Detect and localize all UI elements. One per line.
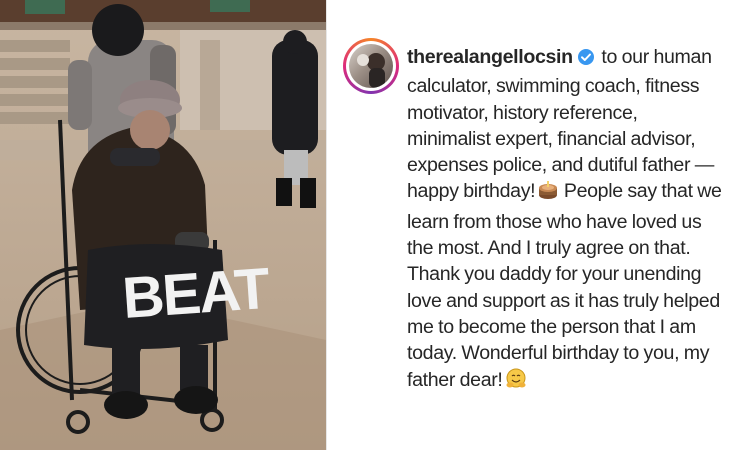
caption-line: calculator, swimming coach, fitness [407,75,700,98]
post-photo[interactable]: BEAT [0,0,326,450]
hugging-face-emoji-icon [505,368,527,397]
divider [326,0,327,450]
verified-badge-icon [577,47,595,73]
caption-line: me to become the person that I am [407,315,696,338]
caption-line: learn from those who have loved us [407,210,702,233]
caption-line: the most. And I truly agree on that. [407,237,691,260]
caption-line: expenses police, and dutiful father — [407,154,714,177]
blanket-text: BEAT [120,256,271,331]
avatar-ring-gap [346,41,396,91]
caption-line: minimalist expert, financial advisor, [407,127,696,150]
cake-emoji-icon [537,179,559,208]
caption-line: today. Wonderful birthday to you, my [407,342,710,365]
caption-line: People say that we [563,180,722,203]
caption-line: motivator, history reference, [407,101,638,124]
avatar-image [349,44,393,88]
username-link[interactable]: therealangellocsin [407,46,573,68]
caption-line: to our human [601,46,712,68]
post-panel: therealangellocsin to our human calculat… [333,0,750,450]
caption-line: love and support as it has truly helped [407,289,720,312]
post-caption: therealangellocsin to our human calculat… [407,44,745,397]
caption-line: father dear! [407,368,503,391]
caption-line: happy birthday! [407,180,536,203]
post-photo-illustration: BEAT [0,0,326,450]
profile-avatar[interactable] [343,38,399,94]
caption-line: Thank you daddy for your unending [407,263,702,286]
